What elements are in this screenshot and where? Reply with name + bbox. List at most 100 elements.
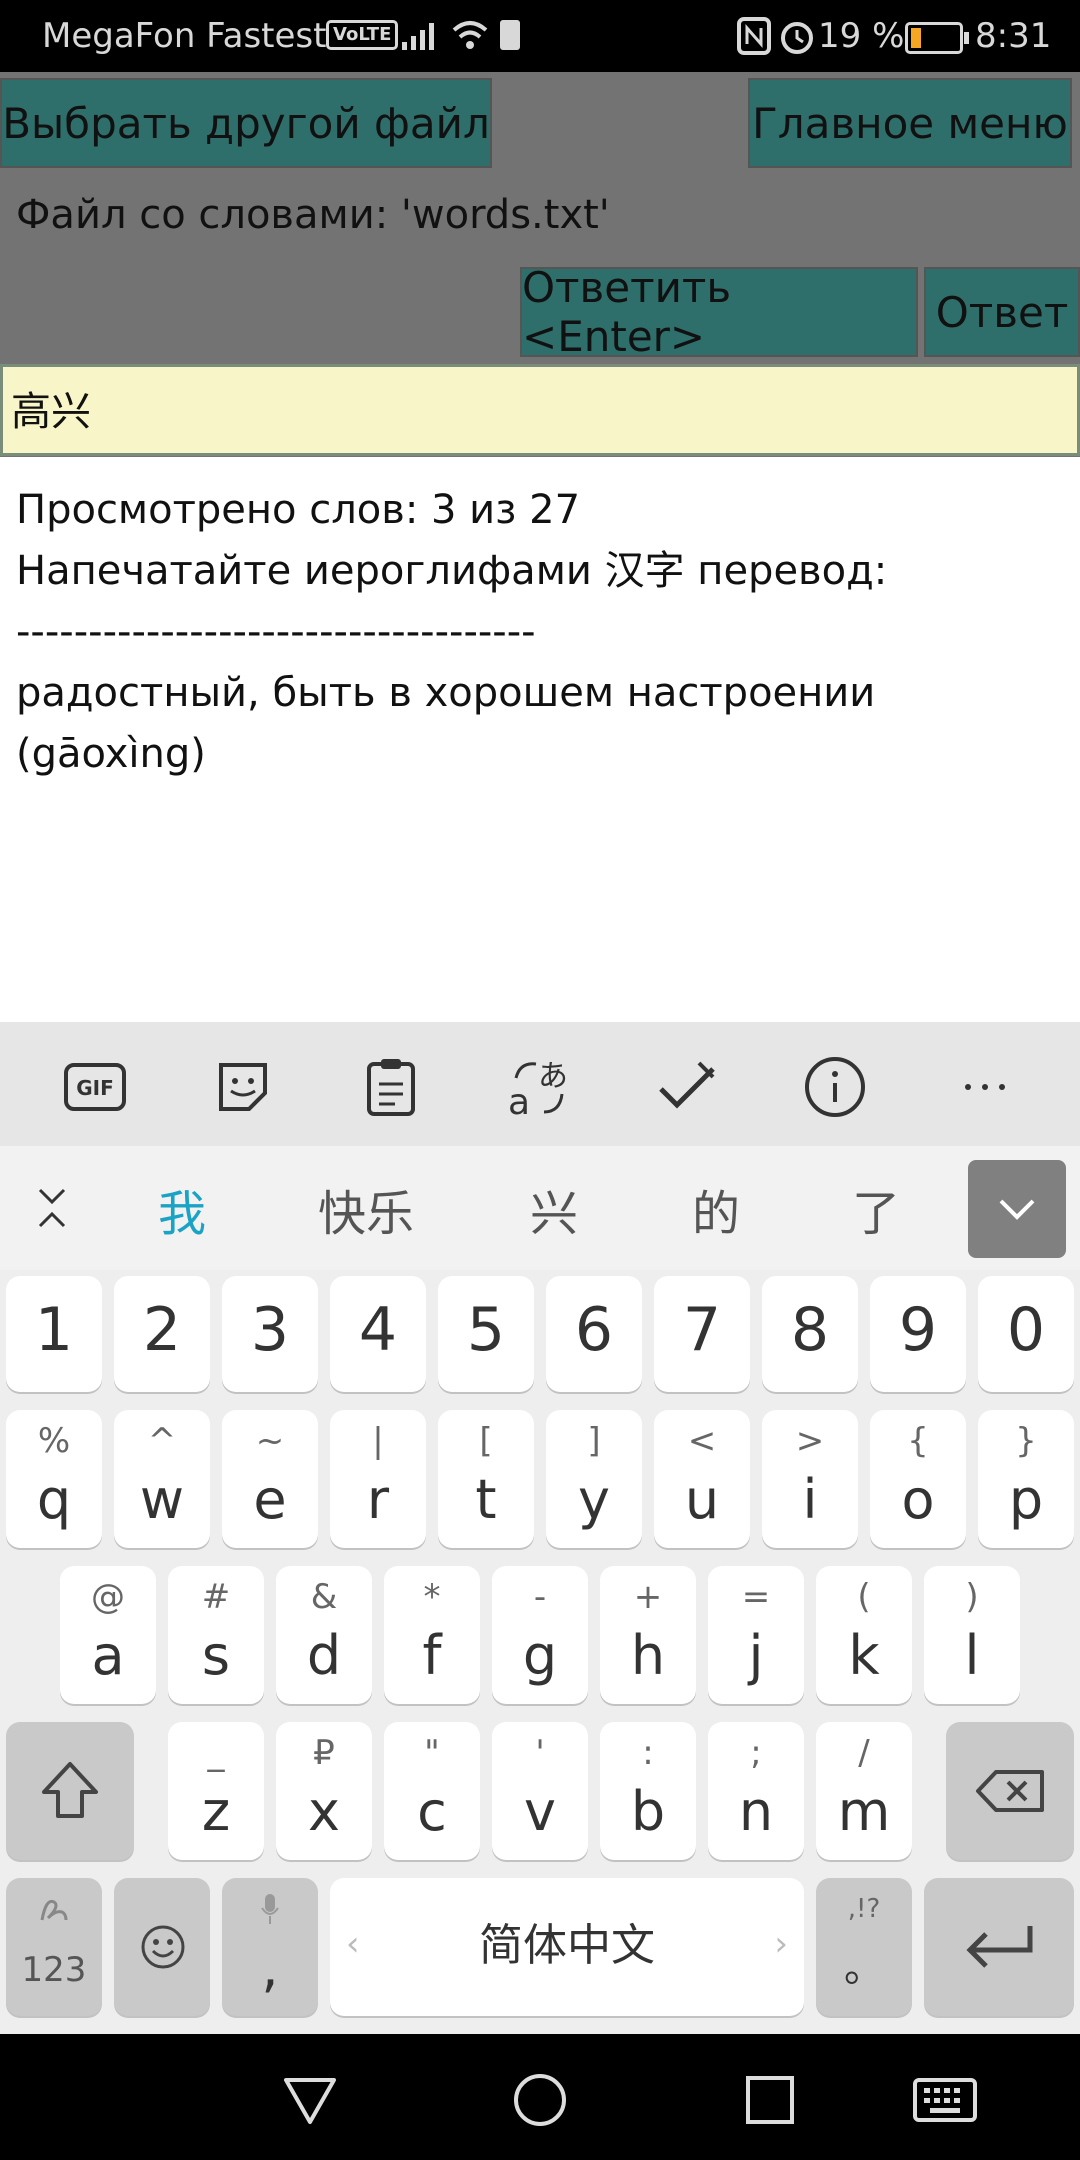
key-q[interactable]: % q	[6, 1410, 102, 1548]
expand-candidates-button[interactable]	[968, 1160, 1066, 1258]
shift-icon	[42, 1762, 98, 1818]
svg-text:a: a	[508, 1082, 530, 1118]
pinyin-text: (gāoxìng)	[16, 731, 206, 777]
nfc-icon	[737, 17, 771, 55]
enter-key[interactable]	[924, 1878, 1074, 2016]
gif-label: GIF	[76, 1076, 114, 1100]
show-answer-button[interactable]: Ответ	[924, 267, 1080, 357]
key-b[interactable]: :b	[600, 1722, 696, 1860]
file-name-label: Файл со словами: 'words.txt'	[16, 192, 610, 238]
volte-icon: VoLTE	[326, 20, 399, 50]
close-candidates-icon[interactable]	[32, 1186, 72, 1230]
key-v[interactable]: ' v	[492, 1722, 588, 1860]
chevron-right-icon: ›	[774, 1924, 788, 1964]
key-i[interactable]: > i	[762, 1410, 858, 1548]
wifi-icon	[452, 21, 488, 49]
navigation-bar	[0, 2034, 1080, 2160]
carrier-name: MegaFon Fastest	[42, 16, 327, 56]
main-menu-button[interactable]: Главное меню	[748, 78, 1072, 168]
key-k[interactable]: (k	[816, 1566, 912, 1704]
key-0[interactable]: 0	[978, 1276, 1074, 1392]
key-c[interactable]: " c	[384, 1722, 480, 1860]
key-d[interactable]: & d	[276, 1566, 372, 1704]
key-2[interactable]: 2	[114, 1276, 210, 1392]
key-f[interactable]: * f	[384, 1566, 480, 1704]
shift-key[interactable]	[6, 1722, 134, 1860]
translate-icon[interactable]: a あ	[504, 1052, 574, 1122]
key-9[interactable]: 9	[870, 1276, 966, 1392]
handwriting-mode-icon	[40, 1899, 68, 1921]
key-o[interactable]: {o	[870, 1410, 966, 1548]
keyboard-toolbar: GIF a あ	[0, 1022, 1080, 1146]
key-6[interactable]: 6	[546, 1276, 642, 1392]
key-u[interactable]: < u	[654, 1410, 750, 1548]
battery-percent: 19 %	[818, 16, 905, 56]
back-icon[interactable]	[282, 2072, 338, 2128]
clock: 8:31	[975, 16, 1052, 56]
microphone-icon	[261, 1894, 279, 1924]
chevron-down-icon	[999, 1199, 1035, 1220]
translation-text: радостный, быть в хорошем настроении	[16, 670, 876, 716]
svg-text:あ: あ	[538, 1059, 568, 1094]
question-area: Просмотрено слов: 3 из 27 Напечатайте ие…	[16, 480, 1066, 785]
sim-alert-icon	[500, 20, 520, 50]
progress-text: Просмотрено слов: 3 из 27	[16, 487, 581, 533]
key-1[interactable]: 1	[6, 1276, 102, 1392]
candidate[interactable]: 的	[692, 1174, 740, 1244]
key-x[interactable]: ₽ x	[276, 1722, 372, 1860]
backspace-icon	[976, 1770, 1044, 1812]
key-3[interactable]: 3	[222, 1276, 318, 1392]
more-icon[interactable]	[950, 1052, 1020, 1122]
key-e[interactable]: ~ e	[222, 1410, 318, 1548]
handwriting-icon[interactable]	[652, 1052, 722, 1122]
key-a[interactable]: @ a	[60, 1566, 156, 1704]
key-n[interactable]: ; n	[708, 1722, 804, 1860]
candidate[interactable]: 兴	[530, 1174, 578, 1244]
keyboard-switch-icon[interactable]	[912, 2072, 978, 2128]
candidate[interactable]: 快乐	[318, 1174, 414, 1244]
key-w[interactable]: ^ w	[114, 1410, 210, 1548]
key-r[interactable]: | r	[330, 1410, 426, 1548]
key-y[interactable]: ] y	[546, 1410, 642, 1548]
candidate-bar: 我 快乐 兴 的 了	[0, 1146, 1080, 1270]
key-p[interactable]: } p	[978, 1410, 1074, 1548]
key-z[interactable]: _ z	[168, 1722, 264, 1860]
comma-key[interactable]: ,	[222, 1878, 318, 2016]
space-key[interactable]: ‹ 简体中文 ›	[330, 1878, 804, 2016]
key-t[interactable]: [t	[438, 1410, 534, 1548]
instruction-text: Напечатайте иероглифами 汉字 перевод:	[16, 548, 888, 594]
choose-file-button[interactable]: Выбрать другой файл	[0, 78, 492, 168]
candidate[interactable]: 我	[158, 1174, 206, 1244]
keyboard: GIF a あ 我 快乐 兴 的 了 1 2 3 4 5 6 7 8 9 0 %…	[0, 1022, 1080, 2034]
signal-icon	[402, 23, 434, 50]
key-5[interactable]: 5	[438, 1276, 534, 1392]
key-7[interactable]: 7	[654, 1276, 750, 1392]
backspace-key[interactable]	[946, 1722, 1074, 1860]
divider: ------------------------------------	[16, 609, 536, 655]
sticker-icon[interactable]	[208, 1052, 278, 1122]
symbols-key[interactable]: 123	[6, 1878, 102, 2016]
key-j[interactable]: = j	[708, 1566, 804, 1704]
key-g[interactable]: -g	[492, 1566, 588, 1704]
key-s[interactable]: # s	[168, 1566, 264, 1704]
recents-icon[interactable]	[742, 2072, 798, 2128]
key-m[interactable]: / m	[816, 1722, 912, 1860]
submit-answer-button[interactable]: Ответить <Enter>	[520, 263, 918, 361]
clipboard-icon[interactable]	[356, 1052, 426, 1122]
status-bar: MegaFon Fastest VoLTE 19 % 8:31	[0, 0, 1080, 72]
punctuation-key[interactable]: ,!? 。	[816, 1878, 912, 2016]
answer-input[interactable]: 高兴	[0, 364, 1080, 456]
home-icon[interactable]	[512, 2072, 568, 2128]
battery-icon	[905, 22, 969, 54]
alarm-icon	[781, 22, 813, 54]
emoji-key[interactable]	[114, 1878, 210, 2016]
info-icon[interactable]	[800, 1052, 870, 1122]
gif-icon[interactable]: GIF	[60, 1052, 130, 1122]
key-8[interactable]: 8	[762, 1276, 858, 1392]
key-h[interactable]: + h	[600, 1566, 696, 1704]
key-4[interactable]: 4	[330, 1276, 426, 1392]
candidate[interactable]: 了	[852, 1174, 900, 1244]
emoji-icon	[141, 1925, 185, 1969]
key-l[interactable]: ) l	[924, 1566, 1020, 1704]
enter-icon	[966, 1926, 1033, 1968]
